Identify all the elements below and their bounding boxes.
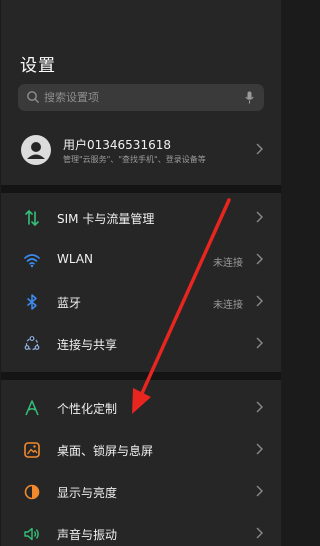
settings-screen: 设置 用户01346531618 管理"云服务"、"查找手机"、登录设备等: [1, 0, 281, 546]
annotation-arrow: [132, 198, 231, 414]
